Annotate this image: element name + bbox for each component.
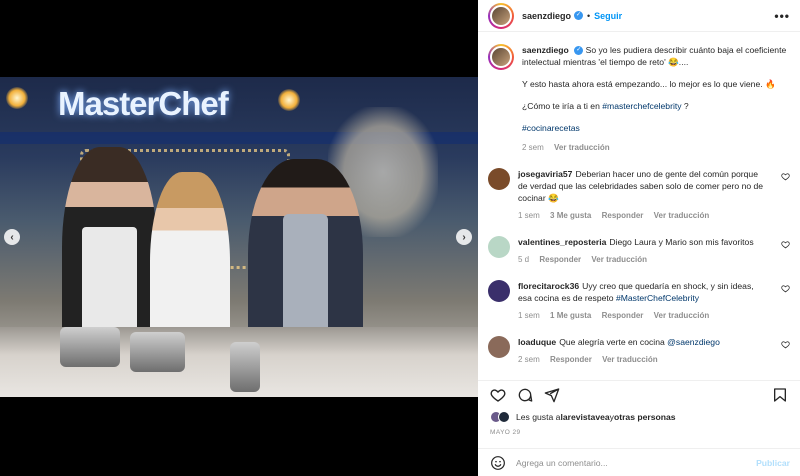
comment-likes[interactable]: 1 Me gusta: [550, 311, 591, 320]
post-header: saenzdiego ✓ • Seguir •••: [478, 0, 800, 32]
caption-meta: 2 sem Ver traducción: [522, 142, 787, 154]
likes-prefix: Les gusta a: [516, 412, 561, 422]
verified-badge-icon: ✓: [574, 46, 584, 56]
verified-badge-icon: ✓: [574, 11, 584, 20]
like-heart-icon[interactable]: [781, 340, 790, 349]
comment-item: loaduque Que alegría verte en cocina @sae…: [488, 336, 790, 366]
comment-bubble-icon[interactable]: [517, 387, 533, 403]
comment-username[interactable]: josegaviria57: [518, 169, 572, 179]
comment-time[interactable]: 1 sem: [518, 211, 540, 220]
share-send-icon[interactable]: [544, 387, 560, 403]
publish-comment-button[interactable]: Publicar: [756, 458, 790, 468]
comment-input[interactable]: [516, 457, 736, 468]
comment-username[interactable]: florecitarock36: [518, 281, 579, 291]
like-heart-icon[interactable]: [781, 284, 790, 293]
comment-meta: 2 sem Responder Ver traducción: [518, 354, 768, 366]
caption-username[interactable]: saenzdiego: [522, 45, 569, 55]
comment-time[interactable]: 1 sem: [518, 311, 540, 320]
comment-body: josegaviria57 Deberian hacer uno de gente…: [518, 168, 768, 222]
comment-meta: 1 sem 3 Me gusta Responder Ver traducció…: [518, 210, 768, 222]
commenter-avatar[interactable]: [488, 280, 510, 302]
comment-composer: Publicar: [478, 448, 800, 476]
author-avatar[interactable]: [488, 2, 514, 29]
hoodie: [283, 214, 328, 334]
comment-username[interactable]: loaduque: [518, 337, 556, 347]
more-horizontal-icon[interactable]: •••: [774, 9, 790, 23]
emoji-smile-icon[interactable]: [490, 455, 506, 471]
pot: [60, 327, 120, 367]
comment-body: florecitarock36 Uyy creo que quedaría en …: [518, 280, 768, 322]
translate-link[interactable]: Ver traducción: [654, 211, 710, 220]
follow-button[interactable]: Seguir: [594, 11, 622, 21]
liker-avatars[interactable]: [490, 411, 510, 423]
caption-line-2: Y esto hasta ahora está empezando... lo …: [522, 79, 776, 89]
mention-link[interactable]: @saenzdiego: [667, 337, 720, 347]
reply-button[interactable]: Responder: [602, 211, 644, 220]
comment-meta: 5 d Responder Ver traducción: [518, 254, 768, 266]
utensil-holder: [230, 342, 260, 392]
like-heart-icon[interactable]: [781, 172, 790, 181]
stage-light-left: [6, 87, 28, 109]
avatar-image: [490, 46, 512, 68]
liker-avatar: [498, 411, 510, 423]
caption-text: saenzdiego ✓ So yo les pudiera describir…: [522, 44, 787, 154]
caption-time[interactable]: 2 sem: [522, 143, 544, 152]
post-photo: MasterChef: [0, 77, 478, 397]
liker-username[interactable]: larevistavea: [560, 412, 609, 422]
carousel-next-button[interactable]: ›: [456, 229, 472, 245]
comment-text: Diego Laura y Mario son mis favoritos: [609, 237, 754, 247]
avatar-image: [490, 4, 512, 27]
caption-line-3: ¿Cómo te iría a ti en: [522, 101, 603, 111]
post-side-panel: saenzdiego ✓ • Seguir ••• saenzdiego ✓ S…: [478, 0, 800, 476]
caption-line-3-end: ?: [681, 101, 689, 111]
comment-item: florecitarock36 Uyy creo que quedaría en …: [488, 280, 790, 322]
comment-likes[interactable]: 3 Me gusta: [550, 211, 591, 220]
hashtag-link[interactable]: #masterchefcelebrity: [602, 101, 681, 111]
separator-dot: •: [587, 10, 591, 21]
post-media-area: MasterChef ‹ ›: [0, 0, 478, 476]
likes-summary: Les gusta a larevistavea y otras persona…: [490, 411, 676, 423]
author-avatar[interactable]: [488, 44, 514, 70]
comments-list[interactable]: saenzdiego ✓ So yo les pudiera describir…: [478, 32, 800, 372]
comment-item: josegaviria57 Deberian hacer uno de gente…: [488, 168, 790, 222]
stage-light-right: [278, 89, 300, 111]
hashtag-link[interactable]: #MasterChefCelebrity: [616, 293, 699, 303]
carousel-prev-button[interactable]: ‹: [4, 229, 20, 245]
post-caption: saenzdiego ✓ So yo les pudiera describir…: [488, 44, 790, 154]
comment-meta: 1 sem 1 Me gusta Responder Ver traducció…: [518, 310, 768, 322]
commenter-avatar[interactable]: [488, 168, 510, 190]
comment-item: valentines_reposteria Diego Laura y Mario…: [488, 236, 790, 266]
commenter-avatar[interactable]: [488, 236, 510, 258]
comment-time[interactable]: 2 sem: [518, 355, 540, 364]
other-likers-link[interactable]: otras personas: [614, 412, 676, 422]
comment-time[interactable]: 5 d: [518, 255, 529, 264]
like-heart-icon[interactable]: [781, 240, 790, 249]
reply-button[interactable]: Responder: [602, 311, 644, 320]
instagram-post-window: MasterChef ‹ › saenzdiego ✓ • Seguir •••: [0, 0, 800, 476]
comment-body: loaduque Que alegría verte en cocina @sae…: [518, 336, 768, 366]
reply-button[interactable]: Responder: [550, 355, 592, 364]
comment-body: valentines_reposteria Diego Laura y Mario…: [518, 236, 768, 266]
reply-button[interactable]: Responder: [539, 255, 581, 264]
author-username[interactable]: saenzdiego: [522, 11, 571, 21]
post-date[interactable]: MAYO 29: [490, 429, 521, 436]
comment-username[interactable]: valentines_reposteria: [518, 237, 606, 247]
pot: [130, 332, 185, 372]
translate-link[interactable]: Ver traducción: [602, 355, 658, 364]
comment-text: Que alegría verte en cocina: [559, 337, 668, 347]
masterchef-logo: MasterChef: [58, 85, 229, 122]
hashtag-link[interactable]: #cocinarecetas: [522, 123, 580, 133]
translate-link[interactable]: Ver traducción: [554, 143, 610, 152]
bookmark-save-icon[interactable]: [772, 387, 788, 403]
commenter-avatar[interactable]: [488, 336, 510, 358]
translate-link[interactable]: Ver traducción: [654, 311, 710, 320]
post-actions-bar: [478, 380, 800, 408]
translate-link[interactable]: Ver traducción: [591, 255, 647, 264]
like-heart-icon[interactable]: [490, 387, 506, 403]
